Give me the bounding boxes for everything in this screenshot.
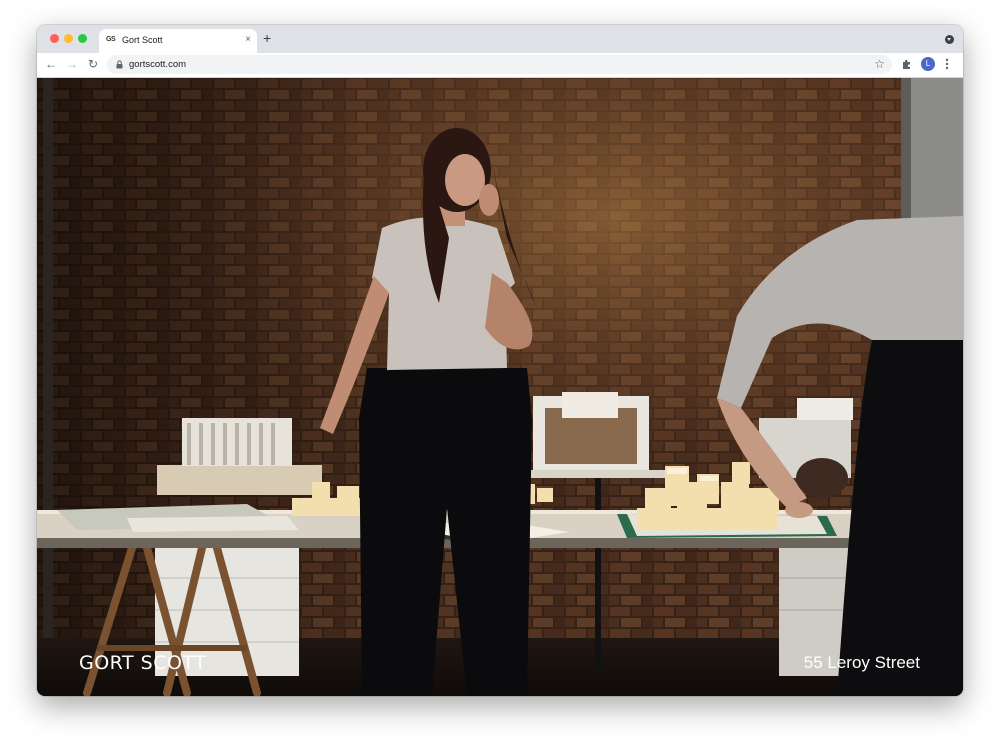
favicon-icon: GS	[106, 36, 116, 43]
hero-image	[37, 78, 963, 696]
maximize-window-button[interactable]	[78, 34, 87, 43]
avatar[interactable]: L	[921, 57, 935, 71]
browser-window: GS Gort Scott × + ← → ↻ gortscott.com ☆ …	[37, 25, 963, 696]
tab-gort-scott[interactable]: GS Gort Scott ×	[99, 29, 257, 53]
tab-close-icon[interactable]: ×	[245, 34, 251, 46]
close-window-button[interactable]	[50, 34, 59, 43]
puzzle-icon[interactable]	[901, 58, 913, 70]
address-bar[interactable]: gortscott.com ☆	[107, 55, 892, 74]
browser-toolbar: ← → ↻ gortscott.com ☆ L	[37, 53, 963, 78]
kebab-menu-icon[interactable]	[945, 57, 949, 71]
lock-icon	[116, 60, 123, 69]
url-text[interactable]: gortscott.com	[129, 59, 186, 70]
tab-title: Gort Scott	[122, 35, 163, 45]
new-tab-button[interactable]: +	[263, 31, 271, 45]
project-title-link[interactable]: 55 Leroy Street	[804, 653, 920, 673]
minimize-window-button[interactable]	[64, 34, 73, 43]
site-logo[interactable]: GORT SCOTT	[79, 652, 206, 674]
star-icon[interactable]: ☆	[874, 57, 885, 71]
tab-search-icon[interactable]	[945, 35, 954, 44]
reload-icon[interactable]: ↻	[86, 57, 100, 71]
forward-arrow-icon[interactable]: →	[65, 57, 79, 71]
page-content: GORT SCOTT 55 Leroy Street	[37, 78, 963, 696]
back-arrow-icon[interactable]: ←	[44, 57, 58, 71]
tab-strip: GS Gort Scott × +	[37, 25, 963, 53]
